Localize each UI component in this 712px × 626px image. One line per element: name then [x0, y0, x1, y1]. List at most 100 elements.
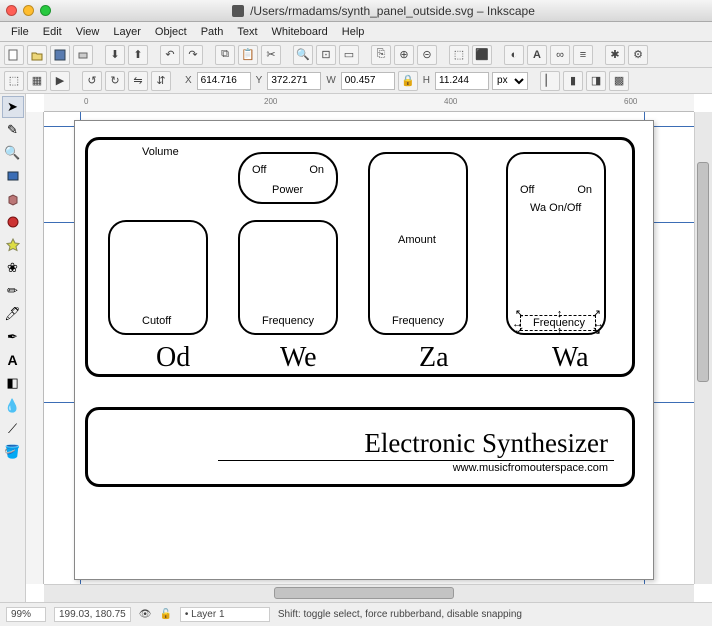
zoom-fit-button[interactable]: 🔍	[293, 45, 313, 65]
toolbox: ➤ ✎ 🔍 ❀ ✏ 🖊 ✒ A ◧ 💧 ⟋ 🪣	[0, 94, 26, 602]
zoom-tool[interactable]: 🔍	[2, 142, 24, 164]
za-module[interactable]: Amount Frequency	[368, 152, 468, 335]
3dbox-tool[interactable]	[2, 188, 24, 210]
menu-view[interactable]: View	[71, 26, 105, 38]
pencil-tool[interactable]: ✏	[2, 280, 24, 302]
dropper-tool[interactable]: 💧	[2, 395, 24, 417]
inkscape-icon	[232, 5, 244, 17]
lock-aspect-button[interactable]: 🔒	[398, 71, 418, 91]
selector-tool[interactable]: ➤	[2, 96, 24, 118]
rect-tool[interactable]	[2, 165, 24, 187]
volume-label: Volume	[142, 146, 179, 158]
rotate-ccw-button[interactable]: ↺	[82, 71, 102, 91]
xml-editor-button[interactable]: ∞	[550, 45, 570, 65]
group-button[interactable]: ⬚	[449, 45, 469, 65]
minimize-window-button[interactable]	[23, 5, 34, 16]
menu-path[interactable]: Path	[196, 26, 229, 38]
menu-text[interactable]: Text	[232, 26, 262, 38]
text-tool[interactable]: A	[2, 349, 24, 371]
synth-panel-lower[interactable]: Electronic Synthesizer www.musicfromoute…	[85, 407, 635, 487]
h-input[interactable]	[435, 72, 489, 90]
scrollbar-horizontal[interactable]	[44, 584, 694, 602]
selected-text-object[interactable]: Frequency ↖ ↗ ↙ ↘ ↕ ↕ ↔ ↔	[520, 315, 596, 331]
prefs-button[interactable]: ✱	[605, 45, 625, 65]
power-module[interactable]: Off On Power	[238, 152, 338, 204]
gradient-tool[interactable]: ◧	[2, 372, 24, 394]
scale-handle-s[interactable]: ↕	[554, 326, 565, 337]
fill-stroke-button[interactable]: ◐	[504, 45, 524, 65]
connector-tool[interactable]: ⟋	[2, 418, 24, 440]
canvas[interactable]: Volume Off On Power Cutoff Od Frequency	[44, 112, 694, 584]
open-button[interactable]	[27, 45, 47, 65]
spiral-tool[interactable]: ❀	[2, 257, 24, 279]
wa-off-label: Off	[520, 184, 534, 196]
rotate-cw-button[interactable]: ↻	[105, 71, 125, 91]
paint-bucket-tool[interactable]: 🪣	[2, 441, 24, 463]
zoom-window-button[interactable]	[40, 5, 51, 16]
import-button[interactable]: ⬇	[105, 45, 125, 65]
node-tool[interactable]: ✎	[2, 119, 24, 141]
scale-handle-w[interactable]: ↔	[512, 319, 523, 330]
affect-corners-button[interactable]: ▮	[563, 71, 583, 91]
menu-help[interactable]: Help	[337, 26, 370, 38]
new-doc-button[interactable]	[4, 45, 24, 65]
duplicate-button[interactable]: ⎘	[371, 45, 391, 65]
zoom-field[interactable]: 99%	[6, 607, 46, 622]
calligraphy-tool[interactable]: ✒	[2, 326, 24, 348]
close-window-button[interactable]	[6, 5, 17, 16]
undo-button[interactable]: ↶	[160, 45, 180, 65]
menu-layer[interactable]: Layer	[108, 26, 146, 38]
bezier-tool[interactable]: 🖊	[2, 303, 24, 325]
affect-gradient-button[interactable]: ◨	[586, 71, 606, 91]
redo-button[interactable]: ↷	[183, 45, 203, 65]
flip-h-button[interactable]: ⇋	[128, 71, 148, 91]
menu-object[interactable]: Object	[150, 26, 192, 38]
we-freq-label: Frequency	[262, 315, 314, 327]
scrollbar-vertical[interactable]	[694, 112, 712, 584]
od-module[interactable]: Cutoff	[108, 220, 208, 335]
unit-select[interactable]: px	[492, 72, 528, 90]
align-button[interactable]: ≡	[573, 45, 593, 65]
doc-props-button[interactable]: ⚙	[628, 45, 648, 65]
x-input[interactable]	[197, 72, 251, 90]
copy-button[interactable]: ⧉	[215, 45, 235, 65]
y-label: Y	[254, 75, 265, 86]
affect-stroke-button[interactable]: ▏	[540, 71, 560, 91]
w-label: W	[324, 75, 337, 86]
menu-edit[interactable]: Edit	[38, 26, 67, 38]
ruler-horizontal[interactable]: 0 200 400 600	[44, 94, 694, 112]
print-button[interactable]	[73, 45, 93, 65]
clone-button[interactable]: ⊕	[394, 45, 414, 65]
text-props-button[interactable]: A	[527, 45, 547, 65]
menu-file[interactable]: File	[6, 26, 34, 38]
affect-pattern-button[interactable]: ▩	[609, 71, 629, 91]
scale-handle-n[interactable]: ↕	[554, 309, 565, 320]
flip-v-button[interactable]: ⇵	[151, 71, 171, 91]
ruler-vertical[interactable]	[26, 112, 44, 584]
wa-module[interactable]: Off On Wa On/Off Frequency ↖ ↗ ↙ ↘ ↕ ↕	[506, 152, 606, 335]
ellipse-tool[interactable]	[2, 211, 24, 233]
synth-title: Electronic Synthesizer	[364, 428, 608, 459]
select-all-button[interactable]: ⬚	[4, 71, 24, 91]
w-input[interactable]	[341, 72, 395, 90]
synth-panel-upper[interactable]: Volume Off On Power Cutoff Od Frequency	[85, 137, 635, 377]
paste-button[interactable]: 📋	[238, 45, 258, 65]
layer-visibility-icon[interactable]: 👁	[139, 609, 152, 620]
unlink-button[interactable]: ⊝	[417, 45, 437, 65]
zoom-page-button[interactable]: ▭	[339, 45, 359, 65]
layer-lock-icon[interactable]: 🔓	[159, 609, 171, 620]
cut-button[interactable]: ✂	[261, 45, 281, 65]
save-button[interactable]	[50, 45, 70, 65]
scale-handle-e[interactable]: ↔	[593, 319, 604, 330]
menu-whiteboard[interactable]: Whiteboard	[267, 26, 333, 38]
select-layer-button[interactable]: ▦	[27, 71, 47, 91]
layer-selector[interactable]: • Layer 1	[180, 607, 270, 622]
zoom-drawing-button[interactable]: ⊡	[316, 45, 336, 65]
we-module[interactable]: Frequency	[238, 220, 338, 335]
star-tool[interactable]	[2, 234, 24, 256]
power-on-label: On	[309, 164, 324, 176]
ungroup-button[interactable]: ⬛	[472, 45, 492, 65]
y-input[interactable]	[267, 72, 321, 90]
export-button[interactable]: ⬆	[128, 45, 148, 65]
deselect-button[interactable]: ▶	[50, 71, 70, 91]
